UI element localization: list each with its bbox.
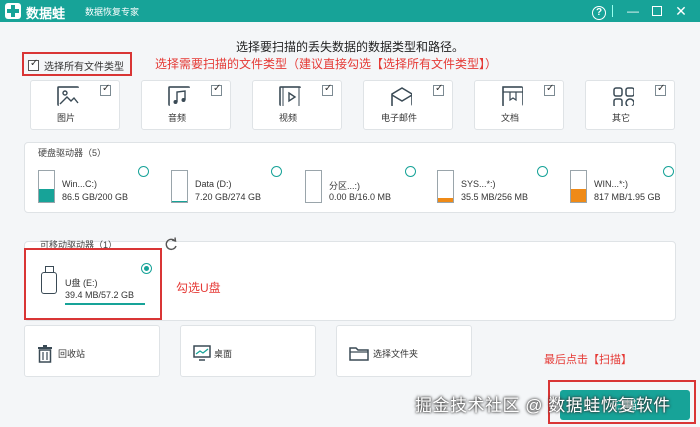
file-type-label: 电子邮件 (380, 113, 417, 123)
video-icon (279, 86, 301, 106)
file-type-others[interactable]: 其它 (585, 80, 675, 130)
maximize-button[interactable] (648, 2, 666, 20)
annotation-scan: 最后点击【扫描】 (544, 354, 632, 366)
audio-checkbox[interactable] (211, 83, 222, 96)
drive-usage-fill (172, 201, 187, 202)
win-drive-icon (570, 170, 587, 203)
location-recycle-bin[interactable]: 回收站 (24, 325, 160, 377)
file-type-label: 音频 (167, 113, 186, 123)
file-type-audio[interactable]: 音频 (141, 80, 231, 130)
titlebar-divider (612, 5, 613, 17)
desktop-icon (193, 345, 211, 361)
drive-size: 817 MB/1.95 GB (594, 192, 661, 202)
drive-size: 86.5 GB/200 GB (62, 192, 129, 202)
select-all-label: 选择所有文件类型 (44, 61, 124, 73)
drive-c-icon (38, 170, 55, 203)
video-checkbox[interactable] (322, 83, 333, 96)
email-checkbox[interactable] (433, 83, 444, 96)
location-label: 选择文件夹 (373, 349, 419, 359)
drive-radio[interactable] (271, 166, 282, 177)
drive-radio[interactable] (405, 166, 416, 177)
drive-name: WIN...*:) (594, 179, 628, 189)
title-bar: 数据蛙 数据恢复专家 ? — ✕ (0, 0, 700, 22)
maximize-icon (652, 6, 662, 16)
music-icon (168, 86, 190, 106)
app-logo-icon (5, 3, 21, 19)
drive-usage-fill (438, 197, 453, 202)
drive-usage-fill (571, 188, 586, 202)
file-type-video[interactable]: 视频 (252, 80, 342, 130)
drive-item[interactable]: WIN...*:) 817 MB/1.95 GB (565, 166, 683, 206)
drive-name: Win...C:) (62, 179, 97, 189)
location-desktop[interactable]: 桌面 (180, 325, 316, 377)
file-type-label: 图片 (56, 113, 75, 123)
help-icon: ? (592, 6, 606, 20)
app-subtitle: 数据恢复专家 (85, 7, 140, 17)
app-name: 数据蛙 (26, 6, 66, 21)
file-type-image[interactable]: 图片 (30, 80, 120, 130)
file-type-document[interactable]: 文档 (474, 80, 564, 130)
file-type-label: 视频 (278, 113, 297, 123)
highlight-usb-drive (24, 248, 162, 320)
drive-size: 0.00 B/16.0 MB (329, 192, 392, 202)
drive-name: SYS...*:) (461, 179, 496, 189)
drive-radio[interactable] (663, 166, 674, 177)
others-checkbox[interactable] (655, 83, 666, 96)
location-label: 回收站 (58, 349, 86, 359)
email-icon (391, 87, 412, 106)
watermark-text: 掘金技术社区 @ 数据蛙恢复软件 (415, 396, 671, 415)
file-type-label: 文档 (500, 113, 519, 123)
drive-size: 35.5 MB/256 MB (461, 192, 529, 202)
annotation-usb: 勾选U盘 (176, 281, 221, 295)
drive-d-icon (171, 170, 188, 203)
annotation-file-types: 选择需要扫描的文件类型（建议直接勾选【选择所有文件类型】） (155, 57, 498, 71)
select-all-checkbox[interactable]: 选择所有文件类型 (28, 56, 132, 74)
image-checkbox[interactable] (100, 83, 111, 96)
folder-icon (349, 347, 369, 361)
file-type-email[interactable]: 电子邮件 (363, 80, 453, 130)
location-label: 桌面 (214, 349, 233, 359)
help-button[interactable]: ? (590, 2, 608, 20)
drive-item[interactable]: 分区...:) 0.00 B/16.0 MB (300, 166, 418, 206)
drive-item[interactable]: SYS...*:) 35.5 MB/256 MB (432, 166, 550, 206)
drive-size: 7.20 GB/274 GB (195, 192, 262, 202)
hard-drive-title: 硬盘驱动器（5） (38, 148, 107, 158)
others-icon (613, 87, 634, 106)
file-type-label: 其它 (611, 113, 630, 123)
drive-name: Data (D:) (195, 179, 232, 189)
drive-name: 分区...:) (329, 181, 360, 191)
document-icon (502, 86, 523, 106)
partition-drive-icon (305, 170, 322, 203)
recycle-bin-icon (38, 345, 52, 363)
drive-usage-fill (39, 188, 54, 202)
sys-drive-icon (437, 170, 454, 203)
drive-radio[interactable] (537, 166, 548, 177)
close-button[interactable]: ✕ (672, 2, 690, 20)
drive-radio[interactable] (138, 166, 149, 177)
image-icon (57, 86, 79, 106)
select-all-check-icon (28, 58, 39, 71)
minimize-button[interactable]: — (624, 2, 642, 20)
drive-item[interactable]: Win...C:) 86.5 GB/200 GB (33, 166, 151, 206)
location-select-folder[interactable]: 选择文件夹 (336, 325, 472, 377)
refresh-icon[interactable] (164, 237, 178, 251)
drive-item[interactable]: Data (D:) 7.20 GB/274 GB (166, 166, 284, 206)
document-checkbox[interactable] (544, 83, 555, 96)
